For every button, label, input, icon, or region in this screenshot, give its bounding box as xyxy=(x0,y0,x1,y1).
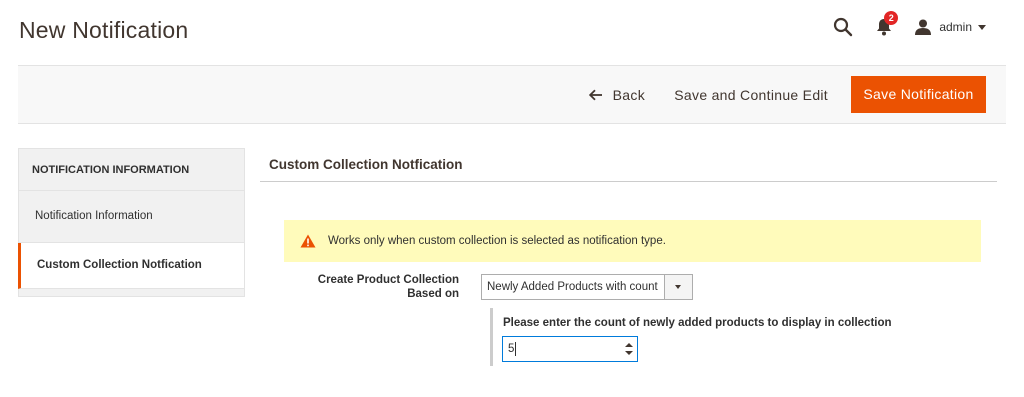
warning-text: Works only when custom collection is sel… xyxy=(328,235,666,247)
page-actions-bar: Back Save and Continue Edit Save Notific… xyxy=(18,65,1006,124)
notifications-button[interactable]: 2 xyxy=(875,11,899,37)
product-count-value: 5 xyxy=(508,343,515,355)
collection-type-select[interactable]: Newly Added Products with count xyxy=(481,274,693,300)
section-title: Custom Collection Notfication xyxy=(269,157,463,172)
section-divider xyxy=(260,181,997,182)
select-toggle[interactable] xyxy=(664,275,692,299)
product-count-input[interactable]: 5 xyxy=(502,336,638,362)
sidebar-item-notification-information[interactable]: Notification Information xyxy=(18,191,245,243)
collection-field-label: Create Product Collection Based on xyxy=(300,273,459,301)
notification-count-badge: 2 xyxy=(884,11,899,25)
header-actions: 2 admin xyxy=(833,11,986,42)
save-notification-button[interactable]: Save Notification xyxy=(851,76,986,113)
user-menu[interactable]: admin xyxy=(915,19,986,35)
back-button[interactable]: Back xyxy=(588,87,645,103)
chevron-down-icon xyxy=(675,285,681,289)
user-name: admin xyxy=(939,20,972,34)
collection-type-value: Newly Added Products with count xyxy=(487,281,658,293)
collection-label-line1: Create Product Collection xyxy=(317,274,459,286)
search-icon[interactable] xyxy=(833,17,853,37)
collection-label-line2: Based on xyxy=(407,288,459,300)
page-title: New Notification xyxy=(19,17,189,43)
arrow-left-icon xyxy=(588,89,602,101)
product-count-label: Please enter the count of newly added pr… xyxy=(503,317,892,329)
warning-icon xyxy=(300,234,316,248)
count-stepper[interactable] xyxy=(625,341,633,357)
dependent-field-indicator xyxy=(490,308,493,366)
sidebar-nav: NOTIFICATION INFORMATION Notification In… xyxy=(18,148,245,297)
chevron-down-icon xyxy=(978,24,986,30)
sidebar-footer xyxy=(18,289,245,297)
back-label: Back xyxy=(612,87,645,103)
save-and-continue-button[interactable]: Save and Continue Edit xyxy=(674,87,828,103)
sidebar-title: NOTIFICATION INFORMATION xyxy=(18,148,245,191)
text-cursor xyxy=(515,342,516,356)
sidebar-item-custom-collection[interactable]: Custom Collection Notfication xyxy=(18,243,245,289)
stepper-up-icon[interactable] xyxy=(625,343,633,347)
warning-message: Works only when custom collection is sel… xyxy=(284,220,981,262)
stepper-down-icon[interactable] xyxy=(625,351,633,355)
user-icon xyxy=(915,19,932,35)
